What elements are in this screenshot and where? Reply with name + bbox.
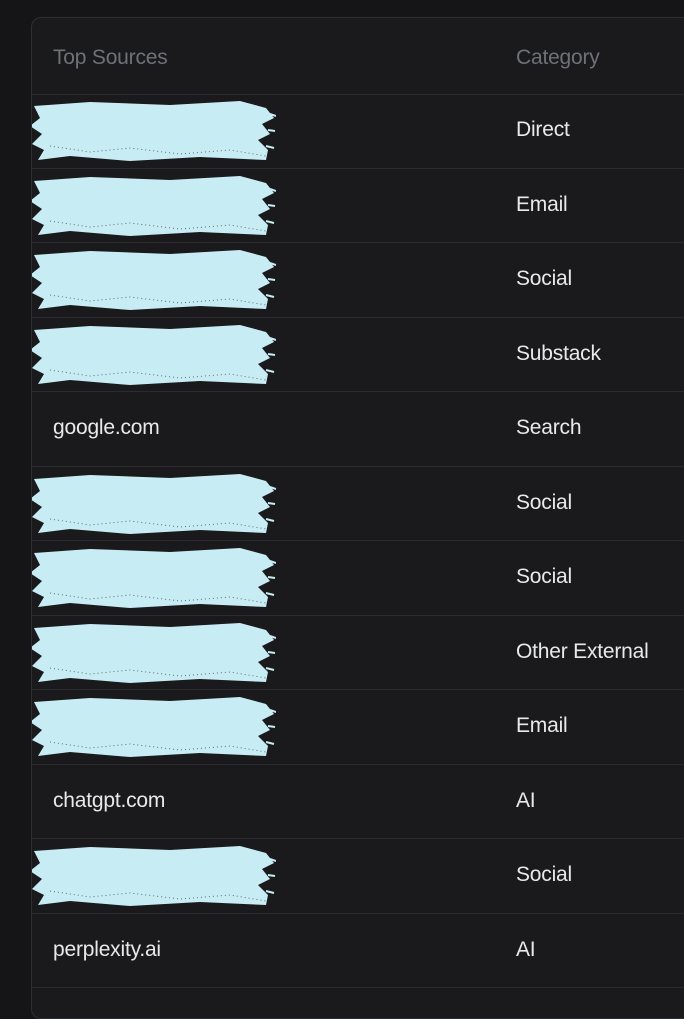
table-row[interactable]: Substack [32,318,684,392]
category-cell: Social [516,490,572,514]
table-row[interactable]: Other External [32,616,684,690]
category-cell: Substack [516,341,601,365]
top-sources-panel: Top Sources Category Direct Email Social Su… [31,17,684,1019]
redaction-mark [32,622,276,684]
redaction-mark [32,845,276,907]
table-row[interactable]: Social [32,243,684,318]
redaction-mark [32,175,276,237]
category-cell: Other External [516,639,649,663]
column-header-category[interactable]: Category [516,46,600,70]
redaction-mark [32,547,276,609]
category-cell: Social [516,565,572,588]
table-row[interactable]: Social [32,467,684,541]
table-row[interactable]: Direct [32,94,684,169]
redaction-mark [32,100,276,162]
redaction-mark [32,249,276,311]
redaction-mark [32,696,276,758]
table-row[interactable]: chatgpt.com AI [32,765,684,839]
table-row[interactable]: Email [32,169,684,243]
category-cell: AI [516,937,536,961]
table-row[interactable]: Email [32,690,684,765]
source-cell[interactable]: chatgpt.com [53,789,165,813]
table-row[interactable]: google.com Search [32,392,684,467]
category-cell: Social [516,267,572,290]
category-cell: Email [516,192,568,216]
source-cell[interactable]: perplexity.ai [53,938,161,962]
table-body: Direct Email Social Substack google.com Searc… [32,94,684,988]
table-row[interactable]: Social [32,541,684,616]
table-header-row: Top Sources Category [32,18,684,95]
category-cell: Email [516,714,568,737]
category-cell: AI [516,788,536,812]
column-header-top-sources[interactable]: Top Sources [53,46,168,70]
source-cell[interactable]: google.com [53,416,160,440]
category-cell: Search [516,416,582,439]
category-cell: Social [516,863,572,886]
redaction-mark [32,324,276,386]
category-cell: Direct [516,118,570,141]
table-row[interactable]: perplexity.ai AI [32,914,684,988]
redaction-mark [32,473,276,535]
table-row[interactable]: Social [32,839,684,914]
